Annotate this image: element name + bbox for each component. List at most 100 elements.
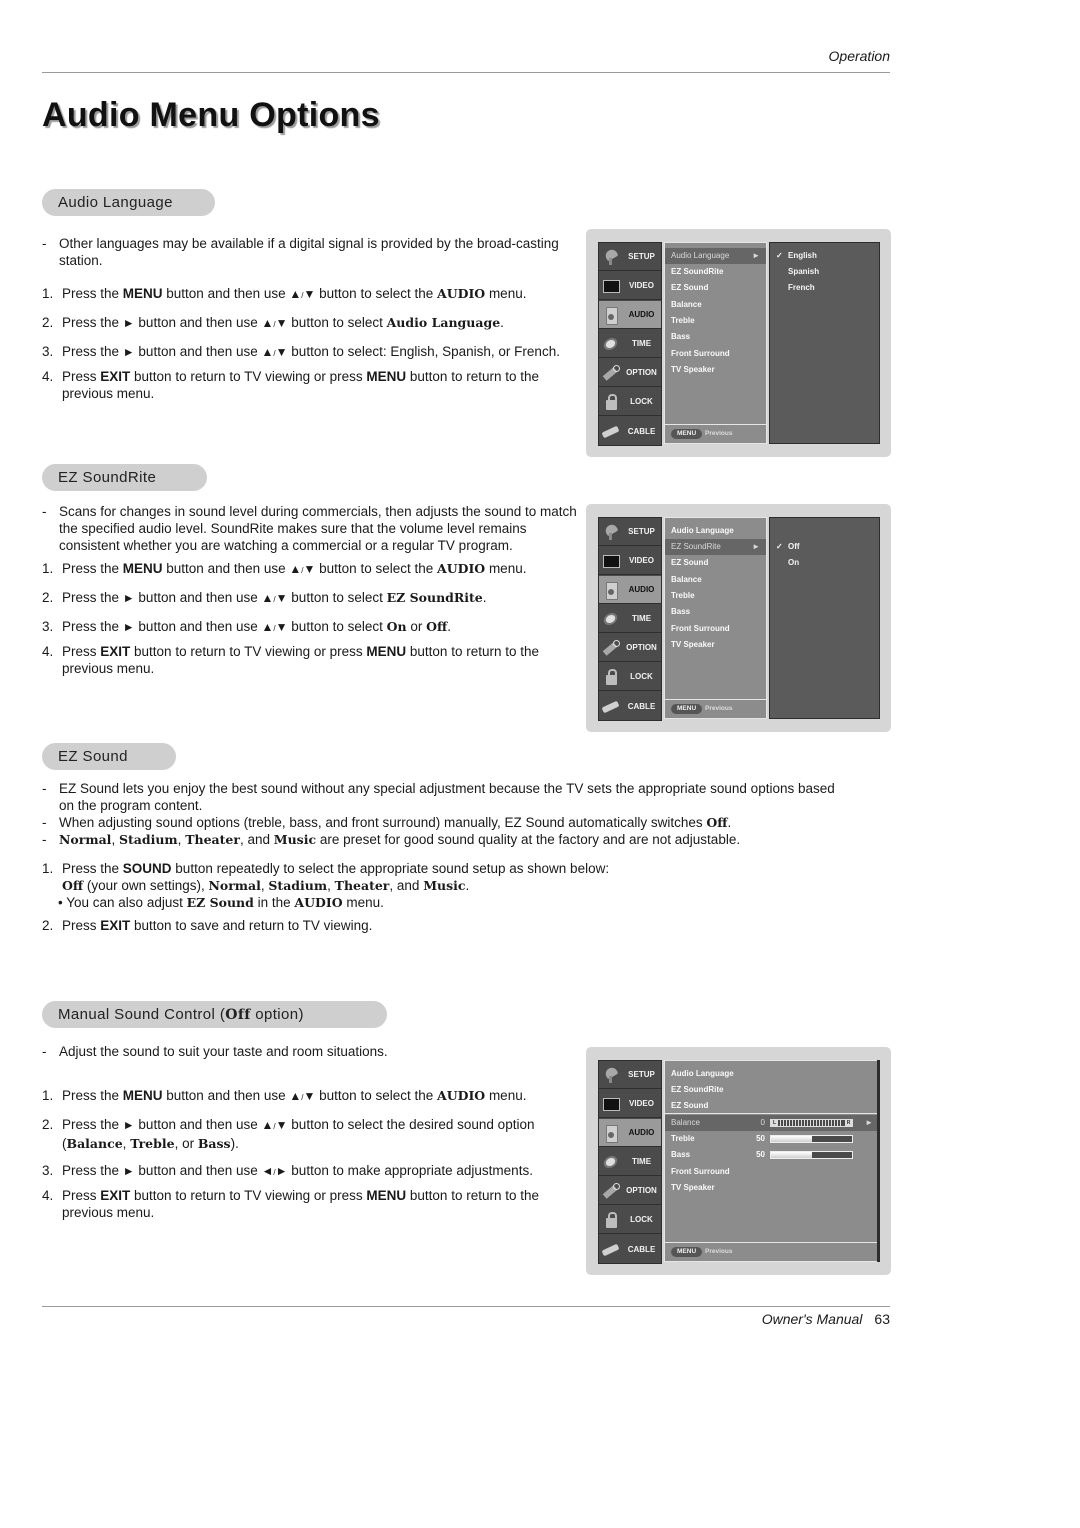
osd-tab-setup: SETUP [599, 518, 661, 546]
step-1-tip: • You can also adjust EZ Sound in the AU… [58, 895, 384, 910]
osd-menu-item: EZ Sound [671, 283, 709, 292]
osd-menu-item-treble: Treble 50 [665, 1131, 879, 1147]
osd-tab-setup: SETUP [599, 1061, 661, 1089]
note: - Scans for changes in sound level during… [42, 504, 577, 553]
osd-tab-video: VIDEO [599, 547, 661, 575]
menu-key-badge: MENU [671, 704, 703, 714]
osd-tab-audio: AUDIO [599, 576, 661, 604]
osd-tab-list: SETUP VIDEO AUDIO TIME OPTION LOCK CABLE [598, 517, 662, 721]
section-heading-ez-soundrite: EZ SoundRite [42, 464, 207, 491]
note: - Other languages may be available if a d… [42, 236, 559, 268]
osd-tab-time: TIME [599, 330, 661, 358]
treble-value: 50 [756, 1134, 765, 1143]
note: - Adjust the sound to suit your taste and… [42, 1044, 388, 1059]
cable-icon [602, 698, 620, 714]
key-icon [602, 364, 620, 381]
previous-label: Previous [705, 1248, 733, 1255]
tv-screen-icon [602, 278, 620, 294]
tv-menu-screenshot-manual-sound: SETUP VIDEO AUDIO TIME OPTION LOCK CABLE… [586, 1047, 891, 1275]
osd-menu-item: Treble [671, 316, 695, 325]
osd-menu-item: Audio Language [671, 1069, 734, 1078]
cable-icon [602, 1241, 620, 1257]
right-arrow-icon: ► [122, 316, 135, 330]
key-icon [602, 639, 620, 656]
clock-icon [602, 336, 620, 352]
speaker-icon [602, 581, 620, 600]
osd-tab-list: SETUP VIDEO AUDIO TIME OPTION LOCK CABLE [598, 1060, 662, 1264]
step-1: 1. Press the MENU button and then use ▲/▼… [42, 286, 527, 301]
section-heading-ez-sound: EZ Sound [42, 743, 176, 770]
step-3: 3. Press the ► button and then use ▲/▼ bu… [42, 619, 452, 634]
osd-audio-menu: Audio Language ► EZ SoundRite EZ Sound Ba… [664, 242, 767, 444]
step-1: 1. Press the MENU button and then use ▲/▼… [42, 1088, 527, 1103]
osd-tab-time: TIME [599, 1148, 661, 1176]
osd-menu-item-audio-language: Audio Language ► [665, 248, 766, 264]
step-3: 3. Press the ► button and then use ▲/▼ bu… [42, 344, 560, 359]
page-title: Audio Menu Options [42, 96, 380, 134]
up-arrow-icon: ▲ [289, 287, 302, 301]
right-arrow-icon: ► [752, 251, 760, 260]
osd-footer: MENU Previous [665, 699, 766, 718]
step-3: 3. Press the ► button and then use ◄/► bu… [42, 1163, 533, 1178]
step-4: 4. Press EXIT button to return to TV view… [42, 1188, 539, 1220]
osd-menu-item: TV Speaker [671, 1183, 715, 1192]
previous-label: Previous [705, 430, 733, 437]
osd-tab-lock: LOCK [599, 663, 661, 691]
osd-options-panel: ✓ English Spanish French [769, 242, 880, 444]
osd-menu-item: EZ SoundRite [671, 267, 724, 276]
osd-tab-list: SETUP VIDEO AUDIO TIME OPTION LOCK CABLE [598, 242, 662, 446]
tv-menu-screenshot-ez-soundrite: SETUP VIDEO AUDIO TIME OPTION LOCK CABLE… [586, 504, 891, 732]
osd-menu-item-bass: Bass 50 [665, 1147, 879, 1163]
osd-options-panel: ✓ Off On [769, 517, 880, 719]
osd-tab-time: TIME [599, 605, 661, 633]
audio-language-text: - Other languages may be available if a d… [42, 235, 577, 402]
speaker-icon [602, 1124, 620, 1143]
step-1: 1. Press the MENU button and then use ▲/▼… [42, 561, 527, 576]
step-2: 2. Press the ► button and then use ▲/▼ bu… [42, 315, 504, 330]
left-arrow-icon: ◄ [261, 1164, 274, 1178]
speaker-icon [602, 306, 620, 325]
osd-tab-option: OPTION [599, 359, 661, 387]
menu-key-badge: MENU [671, 1247, 703, 1257]
osd-menu-item: Bass [671, 332, 691, 341]
osd-audio-menu: Audio Language EZ SoundRite ► EZ Sound Ba… [664, 517, 767, 719]
down-arrow-icon: ▼ [303, 287, 316, 301]
osd-option-spanish: Spanish [788, 267, 820, 276]
treble-slider [770, 1135, 853, 1143]
osd-menu-item: Front Surround [671, 349, 730, 358]
osd-audio-menu: Audio Language EZ SoundRite EZ Sound Bal… [664, 1060, 880, 1262]
step-2: 2. Press the ► button and then use ▲/▼ bu… [42, 1117, 535, 1151]
balance-value: 0 [760, 1118, 765, 1127]
osd-menu-item: TV Speaker [671, 640, 715, 649]
manual-sound-text: - Adjust the sound to suit your taste and… [42, 1043, 577, 1221]
right-arrow-icon: ► [865, 1118, 873, 1127]
osd-menu-item: Treble [671, 591, 695, 600]
key-icon [602, 1182, 620, 1199]
step-2: 2. Press EXIT button to save and return t… [42, 918, 373, 933]
satellite-dish-icon [602, 1067, 620, 1083]
note: - When adjusting sound options (treble, b… [42, 815, 732, 830]
osd-option-on: On [788, 558, 800, 567]
osd-tab-lock: LOCK [599, 388, 661, 416]
osd-menu-item-balance: Balance 0 LR ► [665, 1115, 879, 1131]
step-1: 1. Press the SOUND button repeatedly to s… [42, 861, 610, 876]
osd-menu-item: EZ SoundRite [671, 1085, 724, 1094]
ez-sound-text: - EZ Sound lets you enjoy the best sound … [42, 780, 842, 934]
footer-rule [42, 1306, 890, 1307]
step-2: 2. Press the ► button and then use ▲/▼ bu… [42, 590, 487, 605]
osd-option-french: French [788, 283, 815, 292]
osd-menu-item-ez-soundrite: EZ SoundRite ► [665, 539, 766, 555]
header-rule [42, 72, 890, 73]
bullet-icon: • [58, 895, 63, 910]
right-arrow-icon: ► [752, 542, 760, 551]
osd-menu-item: EZ Sound [671, 1101, 709, 1110]
balance-slider: LR [770, 1119, 853, 1127]
bass-value: 50 [756, 1150, 765, 1159]
osd-option-off: ✓ Off [776, 539, 800, 555]
osd-menu-item: Front Surround [671, 624, 730, 633]
padlock-icon [602, 1211, 620, 1228]
osd-tab-audio: AUDIO [599, 301, 661, 329]
page-number: 63 [874, 1311, 890, 1327]
osd-menu-item: Front Surround [671, 1167, 730, 1176]
section-heading-audio-language: Audio Language [42, 189, 215, 216]
